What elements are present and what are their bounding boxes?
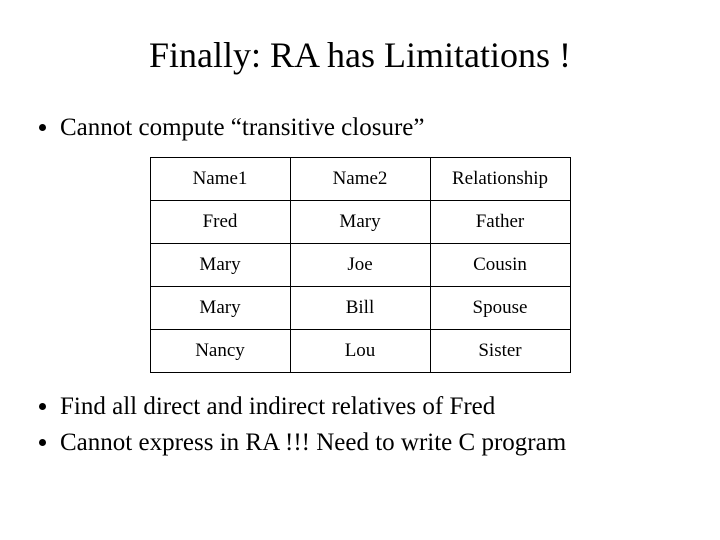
- bullet-item: Cannot compute “transitive closure”: [60, 112, 696, 143]
- table-row: Mary Bill Spouse: [150, 287, 570, 330]
- table-cell: Bill: [290, 287, 430, 330]
- table-cell: Father: [430, 201, 570, 244]
- table-cell: Lou: [290, 330, 430, 373]
- bullets-top: Cannot compute “transitive closure”: [24, 112, 696, 143]
- table-header-cell: Relationship: [430, 158, 570, 201]
- page-title: Finally: RA has Limitations !: [24, 34, 696, 76]
- table-cell: Cousin: [430, 244, 570, 287]
- table-row: Mary Joe Cousin: [150, 244, 570, 287]
- table-cell: Nancy: [150, 330, 290, 373]
- table-row: Fred Mary Father: [150, 201, 570, 244]
- bullet-item: Cannot express in RA !!! Need to write C…: [60, 427, 696, 458]
- bullets-bottom: Find all direct and indirect relatives o…: [24, 391, 696, 458]
- table-cell: Spouse: [430, 287, 570, 330]
- table-cell: Mary: [150, 287, 290, 330]
- table-row: Name1 Name2 Relationship: [150, 158, 570, 201]
- table-row: Nancy Lou Sister: [150, 330, 570, 373]
- table-cell: Sister: [430, 330, 570, 373]
- relationships-table: Name1 Name2 Relationship Fred Mary Fathe…: [150, 157, 571, 373]
- table-header-cell: Name2: [290, 158, 430, 201]
- table-cell: Mary: [290, 201, 430, 244]
- table-cell: Mary: [150, 244, 290, 287]
- table-header-cell: Name1: [150, 158, 290, 201]
- bullet-item: Find all direct and indirect relatives o…: [60, 391, 696, 422]
- table-cell: Joe: [290, 244, 430, 287]
- table-cell: Fred: [150, 201, 290, 244]
